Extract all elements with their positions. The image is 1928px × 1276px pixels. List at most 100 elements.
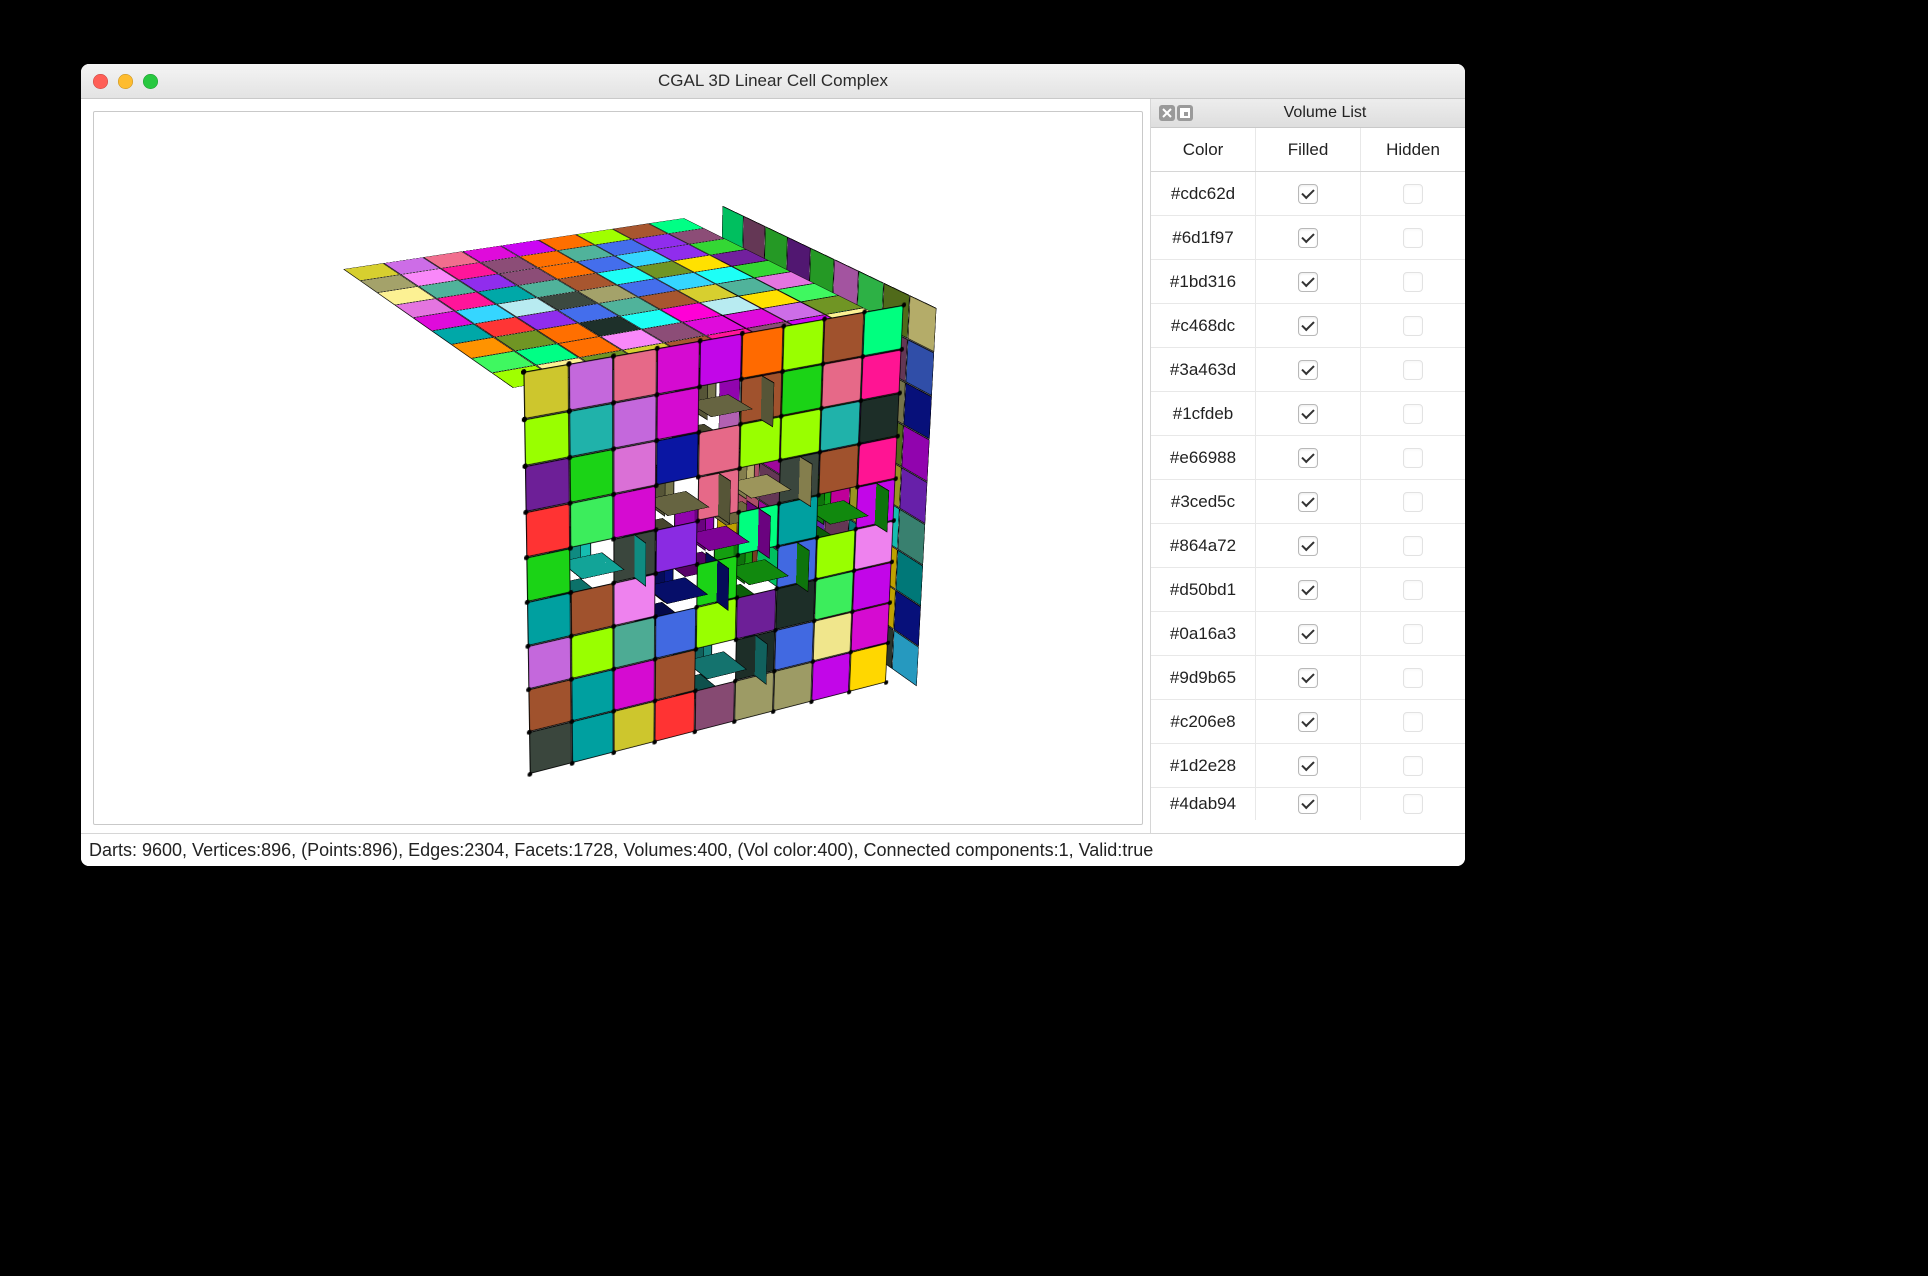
color-cell[interactable]: #c206e8 xyxy=(1151,700,1256,743)
table-row: #1bd316 xyxy=(1151,260,1465,304)
hidden-checkbox[interactable] xyxy=(1403,756,1423,776)
filled-checkbox[interactable] xyxy=(1298,404,1318,424)
table-row: #e66988 xyxy=(1151,436,1465,480)
cell-face xyxy=(782,319,824,372)
filled-checkbox[interactable] xyxy=(1298,228,1318,248)
panel-float-icon[interactable] xyxy=(1177,105,1193,121)
hidden-checkbox[interactable] xyxy=(1403,794,1423,814)
vertex-dot xyxy=(611,750,616,756)
statusbar: Darts: 9600, Vertices:896, (Points:896),… xyxy=(81,833,1465,866)
table-row: #4dab94 xyxy=(1151,788,1465,820)
color-cell[interactable]: #864a72 xyxy=(1151,524,1256,567)
table-row: #864a72 xyxy=(1151,524,1465,568)
hidden-checkbox[interactable] xyxy=(1403,404,1423,424)
color-cell[interactable]: #1d2e28 xyxy=(1151,744,1256,787)
cell-face xyxy=(523,364,569,419)
table-row: #d50bd1 xyxy=(1151,568,1465,612)
filled-checkbox[interactable] xyxy=(1298,668,1318,688)
color-cell[interactable]: #3ced5c xyxy=(1151,480,1256,523)
cell-face xyxy=(569,356,614,411)
panel-header[interactable]: Volume List xyxy=(1151,99,1465,128)
filled-checkbox[interactable] xyxy=(1298,624,1318,644)
filled-checkbox[interactable] xyxy=(1298,492,1318,512)
status-text: Darts: 9600, Vertices:896, (Points:896),… xyxy=(89,840,1153,861)
vertex-dot xyxy=(847,689,851,695)
filled-checkbox[interactable] xyxy=(1298,580,1318,600)
cell-face xyxy=(614,701,655,753)
titlebar[interactable]: CGAL 3D Linear Cell Complex xyxy=(81,64,1465,99)
cell-face xyxy=(773,661,813,711)
color-cell[interactable]: #3a463d xyxy=(1151,348,1256,391)
table-row: #cdc62d xyxy=(1151,172,1465,216)
filled-checkbox[interactable] xyxy=(1298,316,1318,336)
panel-close-icon[interactable] xyxy=(1159,105,1175,121)
volume-list-panel: Volume List Color Filled Hidden #cdc62d#… xyxy=(1150,99,1465,835)
hidden-checkbox[interactable] xyxy=(1403,228,1423,248)
panel-title: Volume List xyxy=(1193,104,1457,122)
hidden-checkbox[interactable] xyxy=(1403,272,1423,292)
color-cell[interactable]: #9d9b65 xyxy=(1151,656,1256,699)
cell-face xyxy=(699,333,742,386)
volume-table: Color Filled Hidden #cdc62d#6d1f97#1bd31… xyxy=(1151,128,1465,820)
filled-checkbox[interactable] xyxy=(1298,794,1318,814)
app-window: CGAL 3D Linear Cell Complex Volume xyxy=(81,64,1465,866)
cell-face xyxy=(823,312,865,364)
color-cell[interactable]: #c468dc xyxy=(1151,304,1256,347)
table-row: #c206e8 xyxy=(1151,700,1465,744)
vertex-dot xyxy=(528,771,533,777)
cell-face xyxy=(739,416,781,468)
hidden-checkbox[interactable] xyxy=(1403,184,1423,204)
color-cell[interactable]: #4dab94 xyxy=(1151,788,1256,820)
hidden-checkbox[interactable] xyxy=(1403,624,1423,644)
hidden-checkbox[interactable] xyxy=(1403,492,1423,512)
color-cell[interactable]: #0a16a3 xyxy=(1151,612,1256,655)
table-row: #1d2e28 xyxy=(1151,744,1465,788)
filled-checkbox[interactable] xyxy=(1298,448,1318,468)
cell-face xyxy=(572,711,614,763)
color-cell[interactable]: #1bd316 xyxy=(1151,260,1256,303)
hidden-checkbox[interactable] xyxy=(1403,448,1423,468)
cell-face xyxy=(849,643,888,692)
cell-face xyxy=(529,721,572,774)
filled-checkbox[interactable] xyxy=(1298,272,1318,292)
col-header-color[interactable]: Color xyxy=(1151,128,1256,171)
hidden-checkbox[interactable] xyxy=(1403,360,1423,380)
close-icon[interactable] xyxy=(93,74,108,89)
table-row: #3a463d xyxy=(1151,348,1465,392)
filled-checkbox[interactable] xyxy=(1298,184,1318,204)
hidden-checkbox[interactable] xyxy=(1403,712,1423,732)
window-title: CGAL 3D Linear Cell Complex xyxy=(81,71,1465,91)
table-header: Color Filled Hidden xyxy=(1151,128,1465,172)
minimize-icon[interactable] xyxy=(118,74,133,89)
hidden-checkbox[interactable] xyxy=(1403,668,1423,688)
filled-checkbox[interactable] xyxy=(1298,360,1318,380)
3d-viewport[interactable] xyxy=(93,111,1143,825)
cell-face xyxy=(657,341,700,395)
col-header-filled[interactable]: Filled xyxy=(1256,128,1361,171)
zoom-icon[interactable] xyxy=(143,74,158,89)
table-row: #1cfdeb xyxy=(1151,392,1465,436)
hidden-checkbox[interactable] xyxy=(1403,316,1423,336)
vertex-dot xyxy=(732,719,737,725)
filled-checkbox[interactable] xyxy=(1298,756,1318,776)
cell-face xyxy=(656,432,699,485)
cell-face xyxy=(734,671,774,721)
filled-checkbox[interactable] xyxy=(1298,536,1318,556)
color-cell[interactable]: #6d1f97 xyxy=(1151,216,1256,259)
hidden-checkbox[interactable] xyxy=(1403,580,1423,600)
cell-face xyxy=(741,326,783,379)
color-cell[interactable]: #1cfdeb xyxy=(1151,392,1256,435)
cell-face xyxy=(696,598,737,649)
color-cell[interactable]: #d50bd1 xyxy=(1151,568,1256,611)
vertex-dot xyxy=(693,729,698,735)
vertex-dot xyxy=(809,699,813,705)
color-cell[interactable]: #e66988 xyxy=(1151,436,1256,479)
table-row: #3ced5c xyxy=(1151,480,1465,524)
hidden-checkbox[interactable] xyxy=(1403,536,1423,556)
cell-face xyxy=(654,691,695,742)
color-cell[interactable]: #cdc62d xyxy=(1151,172,1256,215)
filled-checkbox[interactable] xyxy=(1298,712,1318,732)
cell-face xyxy=(818,444,859,495)
table-row: #6d1f97 xyxy=(1151,216,1465,260)
col-header-hidden[interactable]: Hidden xyxy=(1361,128,1465,171)
